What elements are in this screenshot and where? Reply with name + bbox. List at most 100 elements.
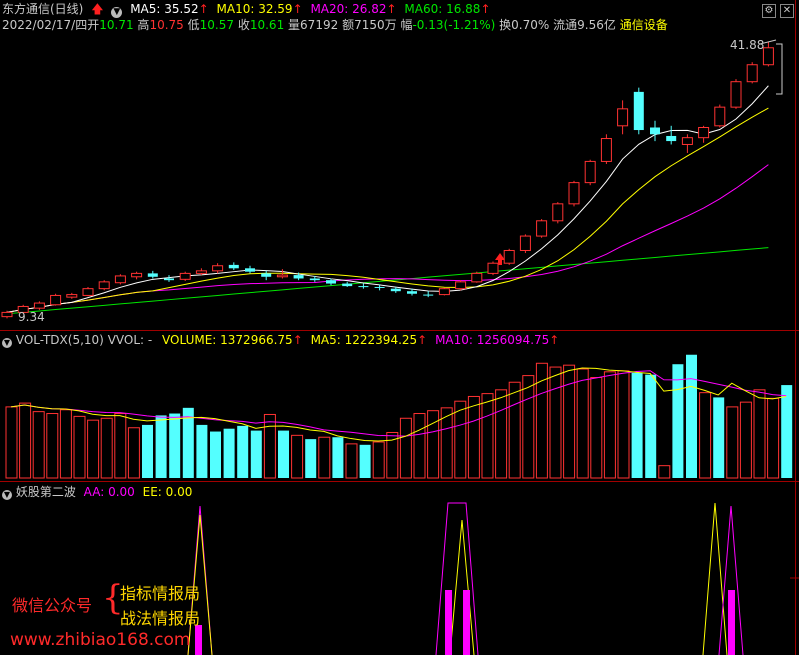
- candle-body: [374, 286, 385, 288]
- candle-body: [519, 235, 531, 251]
- candle-body: [164, 278, 174, 281]
- candle-body: [326, 280, 336, 284]
- candle-body: [584, 160, 596, 184]
- ma20-line: [6, 164, 769, 313]
- volume-bar: [658, 465, 671, 479]
- indicator-bar: [445, 590, 452, 655]
- candle-body: [342, 283, 353, 287]
- candle-body: [245, 268, 255, 272]
- volume-bar: [481, 393, 494, 479]
- indicator-bar: [463, 590, 470, 655]
- indicator-bar: [195, 625, 202, 655]
- candle-body: [714, 106, 726, 127]
- volume-bar: [359, 444, 371, 478]
- volume-bar: [59, 409, 72, 479]
- vol-ma5-line: [10, 367, 787, 442]
- candle-body: [552, 203, 564, 222]
- candle-body: [698, 126, 710, 139]
- volume-bar: [739, 401, 752, 479]
- candle-body: [179, 272, 191, 280]
- watermark-line3: 战法情报局: [120, 609, 201, 628]
- candle-body: [487, 262, 499, 274]
- volume-bar: [196, 424, 208, 478]
- volume-bar: [645, 374, 657, 478]
- volume-bar: [250, 430, 262, 478]
- volume-bar: [522, 375, 535, 479]
- vol-ma10-line: [10, 370, 787, 437]
- candle-body: [82, 288, 94, 296]
- candle-body: [98, 281, 110, 290]
- candle-body: [212, 265, 224, 272]
- candle-body: [407, 291, 417, 294]
- volume-bar: [332, 437, 344, 478]
- candle-body: [666, 135, 677, 142]
- candle-body: [650, 127, 660, 135]
- candle-body: [762, 47, 774, 66]
- volume-bar: [318, 436, 331, 479]
- volume-bar: [237, 425, 249, 478]
- watermark-wechat: 微信公众号: [12, 596, 93, 615]
- candle-body: [617, 108, 629, 127]
- candle-body: [633, 91, 644, 131]
- volume-bar: [305, 439, 317, 478]
- volume-bar: [617, 370, 630, 479]
- volume-bar: [73, 415, 86, 479]
- indicator-spike: [702, 502, 728, 655]
- high-price-marker: 41.88: [730, 38, 765, 52]
- candle-body: [309, 278, 320, 281]
- volume-bar: [590, 376, 603, 479]
- volume-bar: [413, 413, 426, 479]
- watermark-line2: 指标情报局: [120, 584, 201, 603]
- candle-body: [438, 288, 450, 296]
- volume-bar: [699, 392, 712, 479]
- candle-body: [503, 249, 515, 264]
- volume-bar: [467, 395, 480, 479]
- volume-bar: [508, 381, 521, 479]
- volume-bar: [5, 406, 18, 479]
- volume-bar: [576, 368, 589, 479]
- high-bracket: [776, 43, 783, 95]
- volume-bar: [210, 431, 221, 478]
- candle-body: [536, 220, 548, 237]
- indicator-bar: [728, 590, 735, 655]
- candle-body: [131, 272, 143, 278]
- volume-bar: [686, 354, 697, 478]
- watermark-url: www.zhibiao168.com: [10, 630, 191, 650]
- volume-bar: [726, 406, 739, 479]
- volume-bar: [753, 389, 766, 479]
- volume-bar: [767, 397, 780, 479]
- kline-chart[interactable]: [0, 0, 799, 655]
- candle-body: [66, 294, 78, 298]
- volume-bar: [46, 413, 59, 479]
- volume-bar: [563, 364, 576, 479]
- candle-body: [50, 294, 62, 306]
- candle-body: [261, 273, 272, 277]
- candle-body: [730, 81, 742, 108]
- candle-body: [746, 64, 758, 83]
- candle-body: [114, 275, 126, 284]
- volume-bar: [713, 397, 725, 478]
- volume-bar: [87, 419, 100, 479]
- candle-body: [471, 272, 483, 283]
- volume-bar: [495, 389, 508, 479]
- candle-body: [358, 286, 369, 288]
- volume-bar: [155, 415, 167, 478]
- volume-bar: [454, 400, 467, 479]
- candle-body: [33, 302, 45, 309]
- volume-bar: [603, 371, 616, 479]
- volume-bar: [169, 413, 181, 478]
- candle-body: [293, 275, 304, 279]
- candle-body: [455, 281, 467, 290]
- candle-body: [681, 137, 693, 145]
- candle-body: [147, 273, 158, 277]
- indicator-spike: [449, 519, 475, 655]
- volume-bar: [399, 417, 412, 479]
- volume-bar: [781, 385, 793, 478]
- volume-bar: [372, 441, 385, 479]
- volume-bar: [127, 427, 140, 479]
- volume-bar: [549, 366, 562, 479]
- volume-bar: [100, 417, 113, 479]
- volume-bar: [278, 430, 289, 478]
- candle-body: [423, 294, 434, 296]
- volume-bar: [631, 372, 643, 478]
